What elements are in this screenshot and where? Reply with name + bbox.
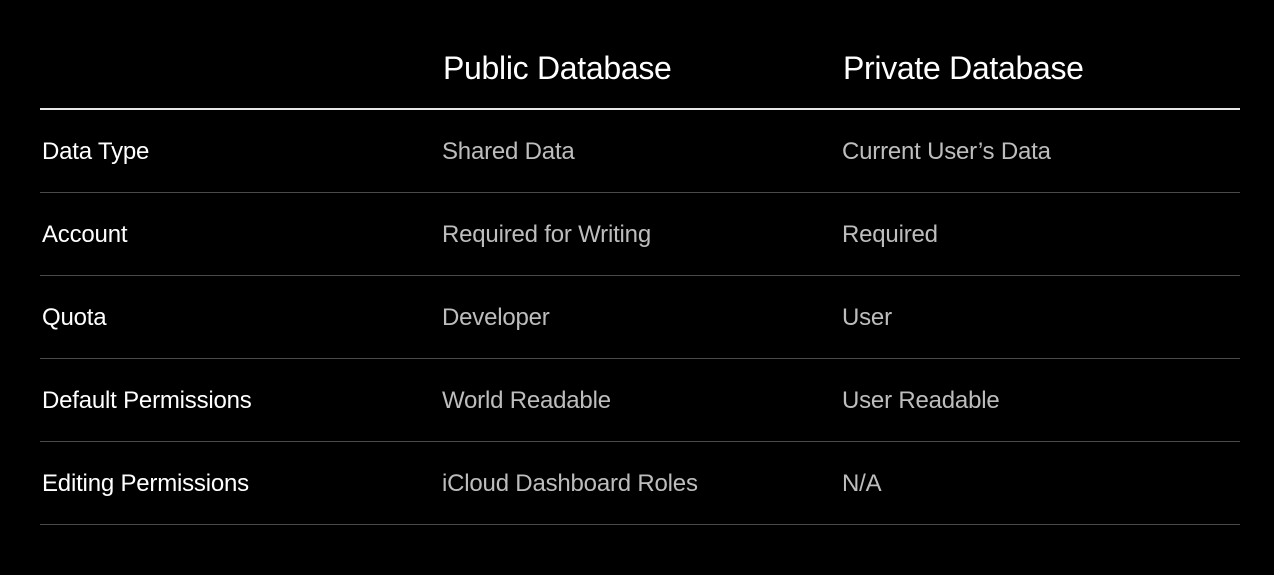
database-comparison-table: Public Database Private Database Data Ty… (40, 0, 1240, 525)
private-value: Current User’s Data (842, 138, 1051, 165)
row-label: Account (42, 221, 128, 248)
row-label: Quota (42, 304, 107, 331)
column-header-private-database: Private Database (843, 50, 1084, 86)
private-value: User Readable (842, 387, 1000, 414)
public-value: World Readable (442, 387, 611, 414)
public-value: Required for Writing (442, 221, 651, 248)
table-header-row: Public Database Private Database (40, 0, 1240, 110)
public-value: iCloud Dashboard Roles (442, 470, 698, 497)
table-row-data-type: Data Type Shared Data Current User’s Dat… (40, 110, 1240, 193)
public-value: Shared Data (442, 138, 575, 165)
private-value: Required (842, 221, 938, 248)
table-row-quota: Quota Developer User (40, 276, 1240, 359)
public-value: Developer (442, 304, 550, 331)
row-label: Default Permissions (42, 387, 252, 414)
private-value: User (842, 304, 892, 331)
comparison-slide: Public Database Private Database Data Ty… (0, 0, 1274, 575)
table-row-account: Account Required for Writing Required (40, 193, 1240, 276)
row-label: Data Type (42, 138, 150, 165)
private-value: N/A (842, 470, 882, 497)
table-row-default-permissions: Default Permissions World Readable User … (40, 359, 1240, 442)
table-row-editing-permissions: Editing Permissions iCloud Dashboard Rol… (40, 442, 1240, 525)
row-label: Editing Permissions (42, 470, 249, 497)
column-header-public-database: Public Database (443, 50, 672, 86)
